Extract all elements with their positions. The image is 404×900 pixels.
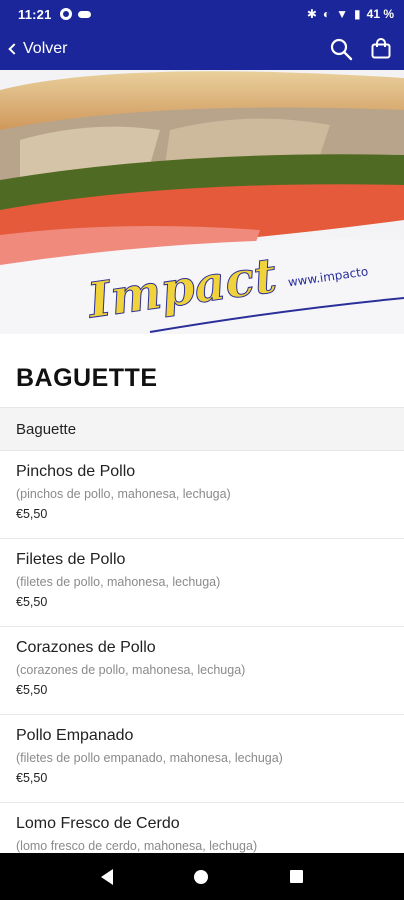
cloud-icon bbox=[77, 10, 91, 18]
menu-item-description: (filetes de pollo, mahonesa, lechuga) bbox=[16, 575, 221, 589]
menu-item-name: Pollo Empanado bbox=[16, 727, 134, 744]
menu-item[interactable]: Corazones de Pollo (corazones de pollo, … bbox=[0, 627, 404, 715]
sandwich-photo: Impact www.impacto bbox=[0, 70, 404, 334]
menu-item-name: Filetes de Pollo bbox=[16, 551, 126, 568]
menu-item-name: Corazones de Pollo bbox=[16, 639, 156, 656]
app-bar: Volver bbox=[0, 28, 404, 70]
back-button[interactable]: Volver bbox=[8, 40, 68, 58]
menu-item-price: €5,50 bbox=[16, 507, 48, 521]
wifi-icon: ▼ bbox=[336, 7, 349, 21]
menu-item-name: Pinchos de Pollo bbox=[16, 463, 136, 480]
hero-image: Impact www.impacto bbox=[0, 70, 404, 334]
battery-icon: ▮ bbox=[354, 7, 361, 21]
menu-item[interactable]: Filetes de Pollo (filetes de pollo, maho… bbox=[0, 539, 404, 627]
nav-recents-icon[interactable] bbox=[290, 870, 304, 883]
category-header: Baguette bbox=[0, 407, 404, 451]
menu-item-description: (pinchos de pollo, mahonesa, lechuga) bbox=[16, 487, 231, 501]
menu-item-name: Lomo Fresco de Cerdo bbox=[16, 815, 180, 832]
menu-item-price: €5,50 bbox=[16, 595, 48, 609]
data-saver-icon: ◐ bbox=[322, 7, 331, 21]
battery-percent: 41 % bbox=[366, 7, 394, 21]
chevron-left-icon bbox=[8, 43, 20, 55]
nav-back-icon[interactable] bbox=[100, 868, 113, 885]
system-nav-bar bbox=[0, 853, 404, 900]
menu-item[interactable]: Pinchos de Pollo (pinchos de pollo, maho… bbox=[0, 451, 404, 539]
cart-button[interactable] bbox=[368, 36, 394, 62]
menu-item[interactable]: Lomo Fresco de Cerdo (lomo fresco de cer… bbox=[0, 803, 404, 854]
menu-item-price: €5,50 bbox=[16, 771, 48, 785]
notification-icon bbox=[59, 8, 72, 20]
back-button-label: Volver bbox=[23, 40, 68, 57]
search-icon bbox=[330, 38, 353, 61]
menu-item-description: (corazones de pollo, mahonesa, lechuga) bbox=[16, 663, 246, 677]
menu-content: BAGUETTE Baguette Pinchos de Pollo (pinc… bbox=[0, 334, 404, 854]
bluetooth-icon: ✱ bbox=[306, 7, 317, 21]
status-bar: 11:21 ✱ ◐ ▼ ▮ 41 % bbox=[0, 0, 404, 28]
menu-item-description: (lomo fresco de cerdo, mahonesa, lechuga… bbox=[16, 839, 258, 853]
menu-item-price: €5,50 bbox=[16, 683, 48, 697]
shopping-bag-icon bbox=[371, 38, 391, 59]
menu-item-description: (filetes de pollo empanado, mahonesa, le… bbox=[16, 751, 283, 765]
menu-item[interactable]: Pollo Empanado (filetes de pollo empanad… bbox=[0, 715, 404, 803]
section-title: BAGUETTE bbox=[16, 364, 158, 392]
status-time: 11:21 bbox=[18, 6, 52, 22]
search-button[interactable] bbox=[328, 36, 354, 62]
nav-home-icon[interactable] bbox=[194, 869, 209, 884]
